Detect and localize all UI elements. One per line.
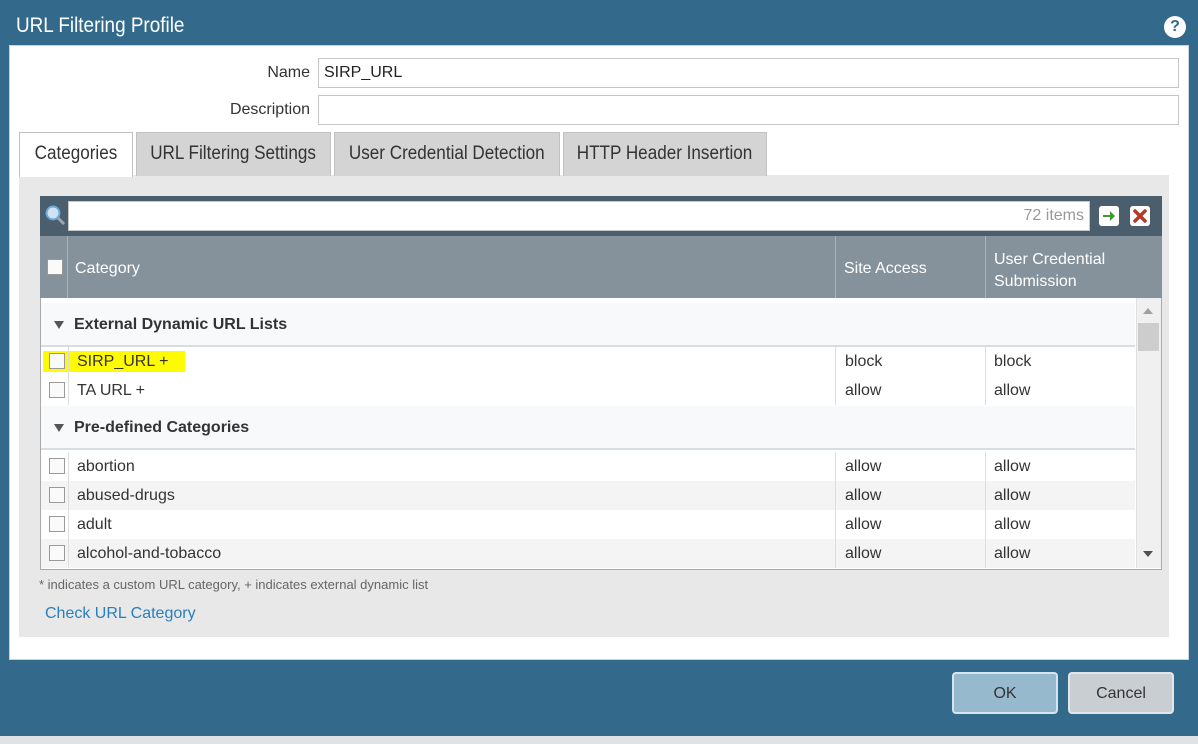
header-site-access[interactable]: Site Access: [836, 236, 986, 298]
site-access-value[interactable]: allow: [845, 458, 881, 476]
taskbar-strip: [0, 736, 1198, 744]
credential-value[interactable]: block: [994, 353, 1031, 371]
help-icon[interactable]: ?: [1164, 16, 1186, 38]
credential-value[interactable]: allow: [994, 545, 1030, 563]
credential-value[interactable]: allow: [994, 458, 1030, 476]
table-row[interactable]: abused-drugs allow allow: [41, 481, 1135, 510]
tab-url-filtering-settings[interactable]: URL Filtering Settings: [136, 132, 331, 176]
site-access-value[interactable]: allow: [845, 545, 881, 563]
header-site-access-label: Site Access: [844, 260, 927, 277]
check-url-category-link[interactable]: Check URL Category: [45, 605, 196, 623]
name-input[interactable]: SIRP_URL: [318, 58, 1179, 88]
collapse-triangle-icon[interactable]: [54, 321, 64, 329]
category-name: adult: [77, 516, 112, 533]
row-checkbox[interactable]: [49, 382, 65, 398]
group-external-dynamic-url-lists[interactable]: External Dynamic URL Lists: [41, 303, 1135, 347]
header-select-all-cell: [40, 236, 68, 298]
row-checkbox[interactable]: [49, 458, 65, 474]
tab-user-credential-detection-label: User Credential Detection: [349, 143, 545, 164]
scroll-down-icon[interactable]: [1143, 551, 1153, 557]
site-access-value[interactable]: allow: [845, 516, 881, 534]
credential-value[interactable]: allow: [994, 487, 1030, 505]
description-label: Description: [229, 101, 310, 118]
clear-filter-icon[interactable]: [1130, 206, 1150, 226]
collapse-triangle-icon[interactable]: [54, 424, 64, 432]
search-icon: [45, 205, 66, 226]
header-category-label: Category: [75, 260, 140, 277]
tab-user-credential-detection[interactable]: User Credential Detection: [334, 132, 560, 176]
site-access-value[interactable]: allow: [845, 487, 881, 505]
category-name: abused-drugs: [77, 487, 175, 504]
cancel-button[interactable]: Cancel: [1068, 672, 1174, 714]
header-category[interactable]: Category: [68, 236, 836, 298]
filter-search-input[interactable]: [68, 201, 1090, 231]
tab-url-filtering-settings-label: URL Filtering Settings: [150, 143, 317, 164]
scroll-up-icon[interactable]: [1143, 308, 1153, 314]
header-user-credential-submission[interactable]: User Credential Submission: [986, 236, 1162, 298]
name-label: Name: [267, 64, 310, 81]
items-count: 72 items: [1023, 207, 1084, 224]
url-filtering-profile-dialog: URL Filtering Profile ? Name SIRP_URL De…: [0, 0, 1198, 744]
category-name: SIRP_URL +: [77, 353, 169, 370]
tab-categories[interactable]: Categories: [19, 132, 133, 177]
tab-http-header-insertion-label: HTTP Header Insertion: [577, 143, 753, 164]
tab-categories-label: Categories: [34, 143, 118, 164]
header-cred-line1: User Credential: [994, 251, 1106, 268]
row-checkbox[interactable]: [49, 545, 65, 561]
dialog-title: URL Filtering Profile: [16, 14, 185, 37]
table-row[interactable]: SIRP_URL + block block: [41, 347, 1135, 376]
select-all-checkbox[interactable]: [47, 259, 63, 275]
scroll-thumb[interactable]: [1138, 323, 1159, 351]
row-checkbox[interactable]: [49, 516, 65, 532]
category-name: TA URL +: [77, 382, 146, 399]
site-access-value[interactable]: allow: [845, 382, 881, 400]
group-name: External Dynamic URL Lists: [74, 316, 288, 333]
tab-http-header-insertion[interactable]: HTTP Header Insertion: [563, 132, 767, 176]
table-row[interactable]: alcohol-and-tobacco allow allow: [41, 539, 1135, 568]
credential-value[interactable]: allow: [994, 382, 1030, 400]
row-checkbox[interactable]: [49, 353, 65, 369]
apply-filter-icon[interactable]: [1099, 206, 1119, 226]
group-pre-defined-categories[interactable]: Pre-defined Categories: [41, 406, 1135, 450]
description-input[interactable]: [318, 95, 1179, 125]
grid-header-row: Category Site Access User Credential Sub…: [40, 236, 1162, 298]
category-name: abortion: [77, 458, 135, 475]
table-row[interactable]: adult allow allow: [41, 510, 1135, 539]
site-access-value[interactable]: block: [845, 353, 882, 371]
group-name: Pre-defined Categories: [74, 419, 250, 436]
table-row[interactable]: abortion allow allow: [41, 452, 1135, 481]
legend-footnote: * indicates a custom URL category, + ind…: [39, 577, 429, 592]
table-row[interactable]: TA URL + allow allow: [41, 376, 1135, 405]
header-cred-line2: Submission: [994, 273, 1077, 290]
credential-value[interactable]: allow: [994, 516, 1030, 534]
ok-button[interactable]: OK: [952, 672, 1058, 714]
category-name: alcohol-and-tobacco: [77, 545, 222, 562]
row-checkbox[interactable]: [49, 487, 65, 503]
